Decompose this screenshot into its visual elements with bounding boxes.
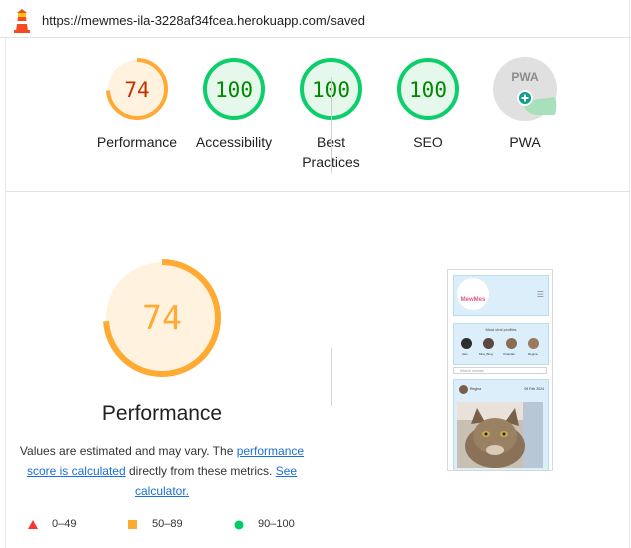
page-url[interactable]: https://mewmes-ila-3228af34fcea.herokuap… bbox=[42, 13, 365, 28]
profile-avatar bbox=[506, 338, 517, 349]
thumb-header: MewMes ☰ bbox=[453, 275, 549, 316]
pwa-gauge[interactable]: PWA PWA bbox=[470, 57, 580, 152]
url-bar: https://mewmes-ila-3228af34fcea.herokuap… bbox=[0, 0, 631, 38]
seo-gauge-ring: 100 bbox=[397, 58, 459, 120]
profile-name: Alex bbox=[462, 352, 468, 356]
gauge-divider bbox=[331, 77, 332, 173]
legend-fail-range: 0–49 bbox=[52, 518, 77, 530]
profile-avatar bbox=[483, 338, 494, 349]
note-middle: directly from these metrics. bbox=[125, 464, 276, 478]
thumb-search: Search memes bbox=[453, 367, 547, 374]
circle-icon bbox=[234, 520, 244, 530]
accessibility-gauge-ring: 100 bbox=[203, 58, 265, 120]
accessibility-label: Accessibility bbox=[195, 134, 273, 150]
profile-name: Chandler bbox=[503, 352, 516, 356]
metrics-note: Values are estimated and may vary. The p… bbox=[14, 441, 310, 501]
profile-avatar bbox=[528, 338, 539, 349]
cat-photo-image bbox=[457, 402, 543, 468]
square-icon bbox=[128, 520, 137, 529]
thumb-logo: MewMes bbox=[457, 278, 489, 310]
pwa-badge-icon: PWA bbox=[493, 57, 557, 121]
performance-gauge-ring: 74 bbox=[106, 58, 168, 120]
pwa-label: PWA bbox=[509, 134, 541, 150]
left-border bbox=[5, 38, 6, 548]
note-prefix: Values are estimated and may vary. The bbox=[19, 444, 237, 458]
accessibility-gauge[interactable]: 100 Accessibility bbox=[179, 57, 289, 152]
performance-score: 74 bbox=[124, 78, 149, 102]
hamburger-icon: ☰ bbox=[536, 290, 544, 299]
scores-separator bbox=[6, 191, 630, 192]
legend-pass-range: 90–100 bbox=[258, 518, 295, 530]
post-user: Regina bbox=[470, 387, 482, 391]
performance-big-score: 74 bbox=[142, 298, 182, 337]
legend-average-range: 50–89 bbox=[152, 518, 183, 530]
right-border bbox=[629, 0, 630, 548]
seo-gauge[interactable]: 100 SEO bbox=[373, 57, 483, 152]
page-screenshot-thumbnail[interactable]: MewMes ☰ Most viral profiles Alex Mira_B… bbox=[447, 269, 553, 471]
pwa-badge-text: PWA bbox=[511, 70, 539, 84]
lighthouse-icon bbox=[14, 9, 30, 33]
thumb-profiles-panel: Most viral profiles Alex Mira_Blog Chand… bbox=[453, 323, 549, 365]
post-date: 09 Feb 2024 bbox=[524, 387, 544, 391]
performance-gauge[interactable]: 74 Performance bbox=[82, 57, 192, 152]
performance-big-gauge: 74 bbox=[103, 259, 221, 377]
profile-name: Mira_Blog bbox=[479, 352, 493, 356]
accessibility-score: 100 bbox=[215, 78, 253, 102]
triangle-icon bbox=[28, 520, 38, 529]
performance-title: Performance bbox=[101, 402, 223, 425]
seo-label: SEO bbox=[413, 134, 443, 150]
thumb-post: Regina 09 Feb 2024 bbox=[453, 379, 549, 470]
post-avatar bbox=[459, 385, 468, 394]
profile-avatar bbox=[461, 338, 472, 349]
performance-label: Performance bbox=[96, 134, 178, 150]
profile-name: Regina bbox=[528, 352, 538, 356]
thumb-panel-title: Most viral profiles bbox=[485, 327, 517, 332]
seo-score: 100 bbox=[409, 78, 447, 102]
perf-divider bbox=[331, 348, 332, 406]
